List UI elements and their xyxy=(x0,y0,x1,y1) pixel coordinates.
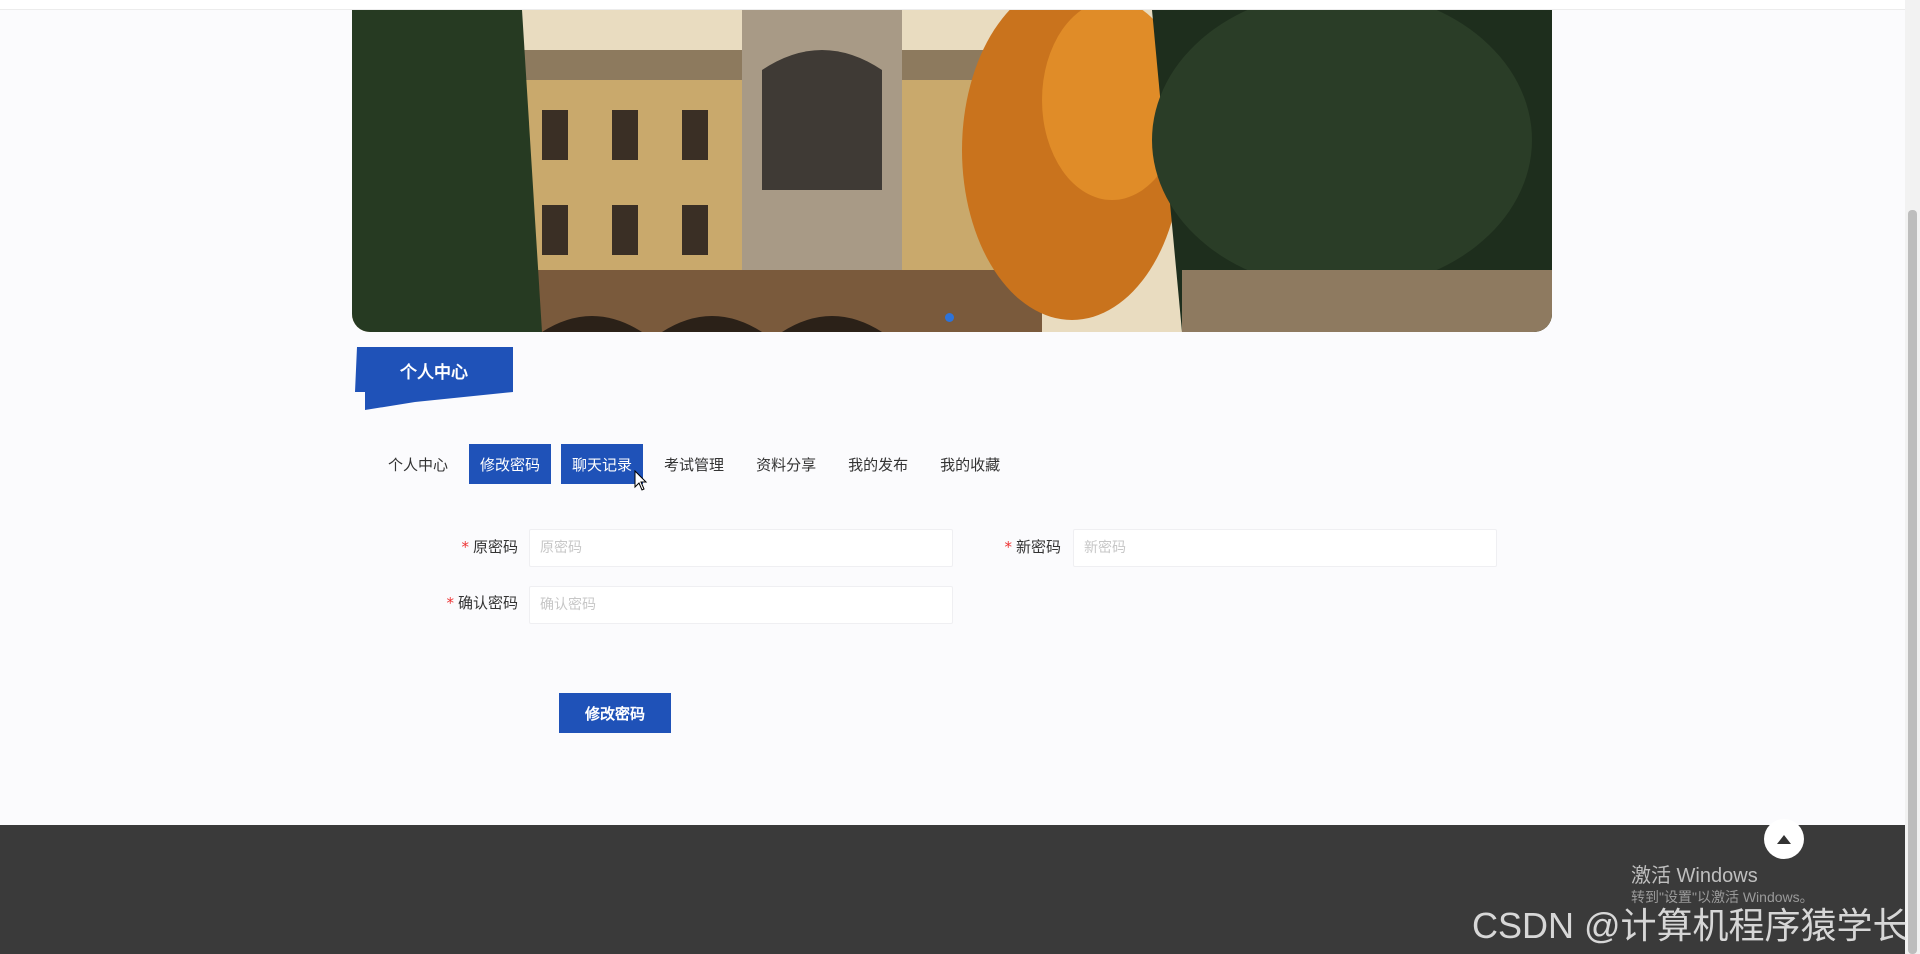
carousel-dot-icon[interactable] xyxy=(945,313,954,322)
mouse-cursor-icon xyxy=(634,470,648,491)
user-center-tabs: 个人中心 修改密码 聊天记录 考试管理 资料分享 我的发布 我的收藏 xyxy=(377,444,1021,484)
required-mark: * xyxy=(461,538,469,556)
top-header-bar xyxy=(0,0,1905,10)
tab-my-favorites[interactable]: 我的收藏 xyxy=(929,444,1011,484)
new-password-label: * 新密码 xyxy=(983,536,1061,557)
section-title-ribbon: 个人中心 xyxy=(355,347,513,411)
old-password-label: * 原密码 xyxy=(440,536,518,557)
hero-banner-image xyxy=(352,10,1552,332)
tab-chat-history[interactable]: 聊天记录 xyxy=(561,444,644,484)
new-password-label-text: 新密码 xyxy=(1015,538,1061,556)
new-password-input[interactable] xyxy=(1073,529,1497,567)
tab-resource-sharing[interactable]: 资料分享 xyxy=(745,444,827,484)
tab-exam-management[interactable]: 考试管理 xyxy=(653,444,735,484)
csdn-watermark: CSDN @计算机程序猿学长 xyxy=(1472,905,1909,946)
tab-change-password[interactable]: 修改密码 xyxy=(469,444,552,484)
back-to-top-button[interactable] xyxy=(1764,819,1804,859)
old-password-label-text: 原密码 xyxy=(472,538,518,556)
confirm-password-input[interactable] xyxy=(529,586,953,624)
old-password-input[interactable] xyxy=(529,529,953,567)
required-mark: * xyxy=(1004,538,1012,556)
change-password-submit-button[interactable]: 修改密码 xyxy=(559,693,671,733)
confirm-password-label: * 确认密码 xyxy=(425,592,518,613)
required-mark: * xyxy=(446,594,454,612)
confirm-password-label-text: 确认密码 xyxy=(457,594,518,612)
scrollbar-thumb[interactable] xyxy=(1908,210,1917,954)
tab-personal-center[interactable]: 个人中心 xyxy=(377,444,459,484)
windows-activation-notice: 激活 Windows xyxy=(1631,865,1758,887)
arrow-up-icon xyxy=(1777,834,1791,844)
section-title: 个人中心 xyxy=(400,363,468,383)
tab-my-posts[interactable]: 我的发布 xyxy=(837,444,919,484)
